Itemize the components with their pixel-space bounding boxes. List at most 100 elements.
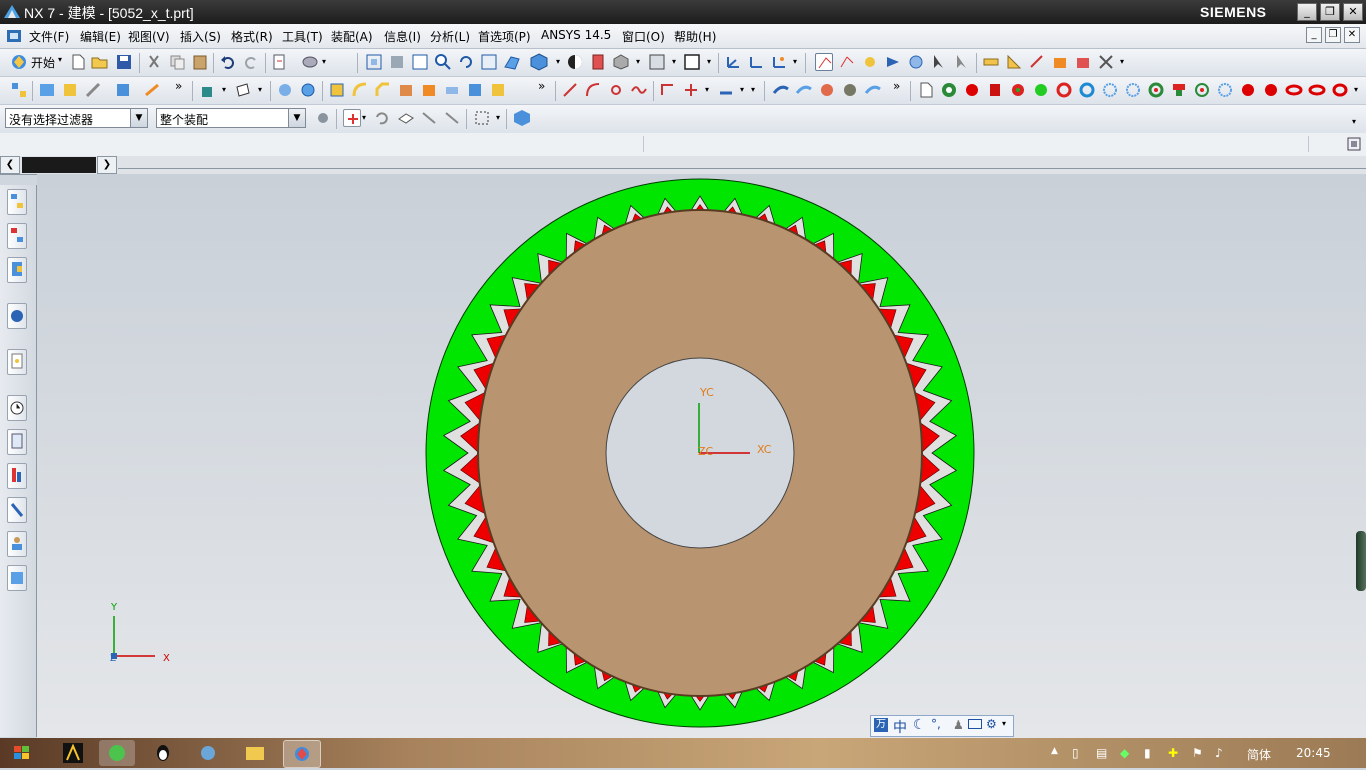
taskbar-explorer[interactable] bbox=[237, 740, 273, 766]
edge-icon[interactable] bbox=[589, 53, 607, 71]
filter-icon[interactable] bbox=[861, 53, 879, 71]
mass-props-icon[interactable] bbox=[1051, 53, 1069, 71]
union-icon[interactable] bbox=[299, 81, 317, 99]
selection-mode-icon[interactable] bbox=[815, 53, 833, 71]
curve-dropdown-icon[interactable]: ▾ bbox=[705, 85, 709, 94]
shaded-dropdown-icon[interactable]: ▾ bbox=[636, 57, 640, 66]
outline-gear-icon[interactable] bbox=[1101, 81, 1119, 99]
ime-chinese-mode[interactable]: 中 bbox=[893, 717, 907, 737]
start-orb-button[interactable] bbox=[4, 740, 40, 766]
edge-blend-icon[interactable] bbox=[351, 81, 369, 99]
menu-view[interactable]: 视图(V) bbox=[128, 28, 170, 45]
ime-logo-icon[interactable]: 万 bbox=[874, 718, 888, 732]
offset-curve-icon[interactable] bbox=[659, 81, 677, 99]
constraint-navigator-tab[interactable] bbox=[7, 223, 27, 249]
wcs-orient-icon[interactable] bbox=[747, 53, 765, 71]
assembly-nav-icon[interactable] bbox=[10, 81, 28, 99]
red-ring-3-icon[interactable] bbox=[1331, 81, 1349, 99]
rectangle-select-icon[interactable] bbox=[473, 109, 491, 127]
undo-selection-icon[interactable] bbox=[373, 109, 391, 127]
red-gear-2-icon[interactable] bbox=[1262, 81, 1280, 99]
graphics-window[interactable]: YC XC ZC Y X Z 万 中 ☾ °, ♟ ⚙ ▾ bbox=[37, 174, 1366, 738]
undo-icon[interactable] bbox=[219, 53, 237, 71]
tray-expand-icon[interactable]: ▲ bbox=[1051, 746, 1058, 756]
chamfer-icon[interactable] bbox=[374, 81, 392, 99]
menu-insert[interactable]: 插入(S) bbox=[180, 28, 221, 45]
palette-tab[interactable] bbox=[7, 565, 27, 591]
view-dropdown-icon[interactable]: ▾ bbox=[707, 57, 711, 66]
select-face-icon[interactable] bbox=[397, 109, 415, 127]
toolbar-overflow-icon[interactable]: ▾ bbox=[322, 57, 326, 66]
point-icon[interactable] bbox=[607, 81, 625, 99]
wcs-dropdown-icon[interactable]: ▾ bbox=[793, 57, 797, 66]
part-icon[interactable] bbox=[61, 81, 79, 99]
tray-device-icon[interactable]: ▯ bbox=[1072, 746, 1079, 760]
taskbar-nx[interactable] bbox=[283, 740, 321, 768]
ime-bar[interactable]: 万 中 ☾ °, ♟ ⚙ ▾ bbox=[870, 715, 1014, 737]
taskbar-app-2[interactable] bbox=[99, 740, 135, 766]
hd3d-tab[interactable] bbox=[7, 349, 27, 375]
menu-file[interactable]: 文件(F) bbox=[29, 28, 69, 45]
menu-tools[interactable]: 工具(T) bbox=[282, 28, 323, 45]
view-frame-icon[interactable] bbox=[683, 53, 701, 71]
history-tab[interactable] bbox=[7, 395, 27, 421]
ime-settings-icon[interactable]: ⚙ bbox=[986, 717, 997, 731]
measure-distance-icon[interactable] bbox=[982, 53, 1000, 71]
snap-dropdown-icon[interactable]: ▾ bbox=[362, 113, 366, 122]
extrude-dropdown-icon[interactable]: ▾ bbox=[222, 85, 226, 94]
manufacturing-wizards-tab[interactable] bbox=[7, 497, 27, 523]
box-icon[interactable] bbox=[328, 81, 346, 99]
sphere-icon[interactable] bbox=[276, 81, 294, 99]
open-icon[interactable] bbox=[91, 53, 109, 71]
minimize-button[interactable]: _ bbox=[1297, 3, 1317, 21]
restore-button[interactable]: ❐ bbox=[1320, 3, 1340, 21]
measure-angle-icon[interactable] bbox=[1005, 53, 1023, 71]
tab-prev-button[interactable]: ❮ bbox=[0, 156, 20, 174]
start-dropdown-icon[interactable]: ▾ bbox=[58, 55, 62, 64]
doc-minimize-button[interactable]: _ bbox=[1306, 27, 1322, 43]
arc-icon[interactable] bbox=[584, 81, 602, 99]
wcs-origin-icon[interactable] bbox=[770, 53, 788, 71]
toolbar2-overflow-icon[interactable]: » bbox=[175, 79, 182, 93]
project-curve-icon[interactable] bbox=[717, 81, 735, 99]
helical-gear-icon[interactable] bbox=[963, 81, 981, 99]
start-button[interactable]: 开始 bbox=[31, 54, 55, 71]
feature-overflow-icon[interactable]: » bbox=[538, 79, 545, 93]
save-icon[interactable] bbox=[115, 53, 133, 71]
book-icon[interactable] bbox=[38, 81, 56, 99]
ime-keyboard-icon[interactable] bbox=[968, 719, 982, 729]
tab-active[interactable] bbox=[22, 157, 96, 173]
perspective-icon[interactable] bbox=[503, 53, 521, 71]
process-studio-tab[interactable] bbox=[7, 463, 27, 489]
rendering-style-icon[interactable] bbox=[530, 53, 548, 71]
shell-icon[interactable] bbox=[397, 81, 415, 99]
datum-plane-icon[interactable] bbox=[234, 81, 252, 99]
ring-gear-icon[interactable] bbox=[1055, 81, 1073, 99]
rendering-dropdown-icon[interactable]: ▾ bbox=[556, 57, 560, 66]
datum-dropdown-icon[interactable]: ▾ bbox=[258, 85, 262, 94]
tray-battery-icon[interactable]: ▤ bbox=[1096, 746, 1107, 760]
rotate-icon[interactable] bbox=[457, 53, 475, 71]
sew-icon[interactable] bbox=[841, 81, 859, 99]
menu-information[interactable]: 信息(I) bbox=[384, 28, 421, 45]
gear-outline-icon[interactable] bbox=[1216, 81, 1234, 99]
wireframe-icon[interactable] bbox=[612, 53, 630, 71]
drafting-icon[interactable] bbox=[84, 81, 102, 99]
cut-icon[interactable] bbox=[145, 53, 163, 71]
split-body-icon[interactable] bbox=[489, 81, 507, 99]
zoom-in-out-icon[interactable] bbox=[434, 53, 452, 71]
tray-signal-icon[interactable]: ▮ bbox=[1144, 746, 1151, 760]
assembly-navigator-tab[interactable] bbox=[7, 189, 27, 215]
snap-enable-icon[interactable] bbox=[343, 109, 361, 127]
ime-dropdown-icon[interactable]: ▾ bbox=[1002, 719, 1006, 728]
swept-icon[interactable] bbox=[818, 81, 836, 99]
component-select-icon[interactable] bbox=[513, 109, 531, 127]
gear-model[interactable]: YC XC ZC Y X Z bbox=[37, 174, 1366, 738]
tray-volume-icon[interactable]: ♪ bbox=[1215, 746, 1223, 760]
snap-point-icon[interactable] bbox=[838, 53, 856, 71]
system-materials-tab[interactable] bbox=[7, 429, 27, 455]
menu-preferences[interactable]: 首选项(P) bbox=[478, 28, 531, 45]
surface-icon[interactable] bbox=[772, 81, 790, 99]
tray-nvidia-icon[interactable]: ◆ bbox=[1120, 746, 1129, 760]
select-chain-icon[interactable] bbox=[443, 109, 461, 127]
